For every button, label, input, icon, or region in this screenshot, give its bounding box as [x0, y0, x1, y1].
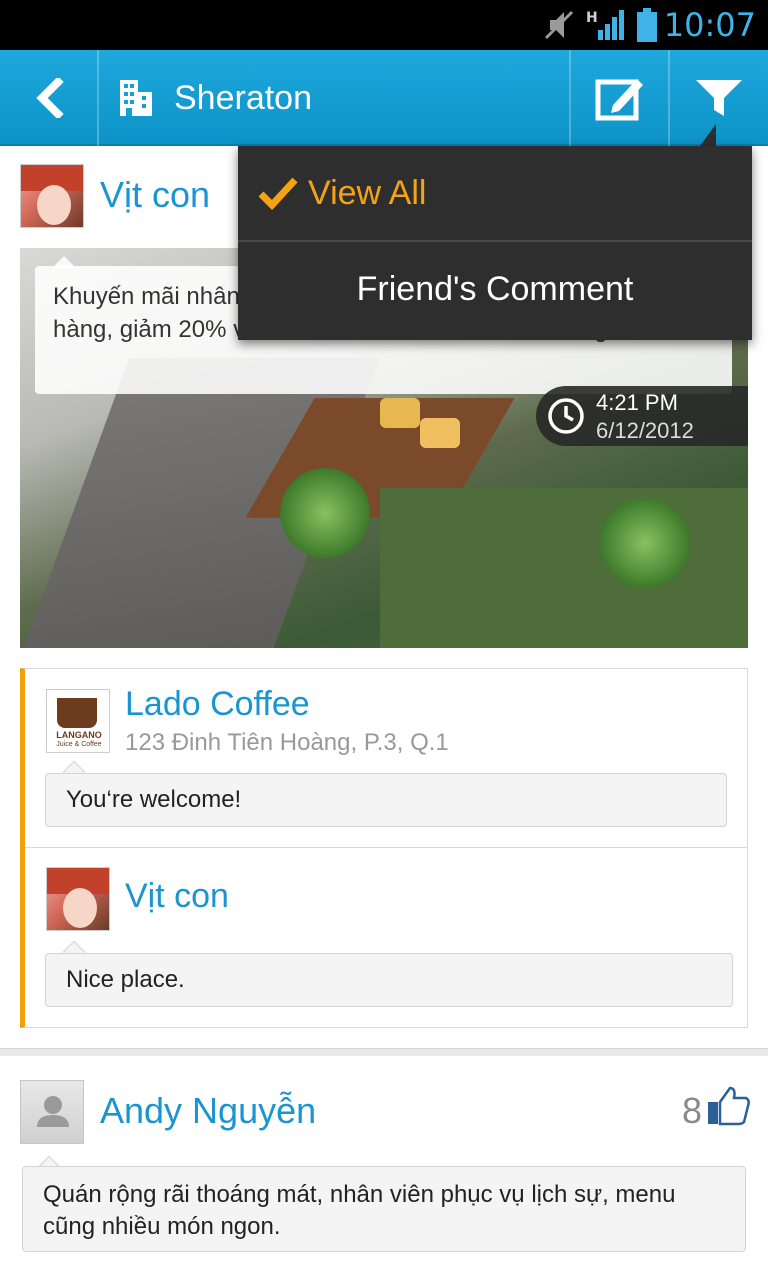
filter-button[interactable]	[670, 50, 768, 146]
building-icon	[120, 80, 152, 116]
photo-pillow	[380, 398, 420, 428]
comment-bubble: You‘re welcome!	[45, 773, 727, 827]
like-count: 8	[682, 1090, 703, 1131]
clock-icon	[548, 398, 584, 434]
business-logo[interactable]: LANGANO Juice & Coffee	[46, 689, 110, 753]
time-badge: 4:21 PM 6/12/2012	[536, 386, 748, 446]
avatar[interactable]	[20, 164, 84, 228]
dropdown-pointer	[700, 124, 716, 146]
thumbs-up-icon[interactable]	[706, 1086, 750, 1126]
post-author[interactable]: Vịt con	[100, 174, 210, 216]
compose-button[interactable]	[572, 50, 668, 146]
filter-menu: View All Friend's Comment	[238, 146, 752, 340]
post-author[interactable]: Andy Nguyễn	[100, 1090, 316, 1132]
photo-plant	[280, 468, 370, 558]
comment-bubble: Nice place.	[45, 953, 733, 1007]
checkmark-icon	[258, 177, 298, 210]
cup-icon	[57, 698, 97, 728]
avatar-face	[37, 185, 71, 225]
section-divider	[0, 1048, 768, 1056]
logo-text: LANGANO	[56, 730, 102, 740]
network-type: H	[586, 10, 598, 26]
action-bar: Sheraton	[0, 50, 768, 146]
user-icon	[37, 1096, 69, 1127]
menu-item-friends-comment[interactable]: Friend's Comment	[238, 242, 752, 336]
photo-pool	[380, 488, 748, 648]
battery-icon	[637, 8, 657, 42]
menu-item-label: Friend's Comment	[356, 269, 634, 308]
post-date: 6/12/2012	[596, 418, 694, 443]
signal-icon: H	[586, 10, 624, 40]
filter-icon	[696, 80, 742, 116]
post-time: 4:21 PM	[596, 390, 678, 415]
comment-address: 123 Đinh Tiên Hoàng, P.3, Q.1	[125, 729, 449, 756]
status-icons: H	[544, 8, 658, 42]
post-text: Quán rộng rãi thoáng mát, nhân viên phục…	[22, 1166, 746, 1252]
status-bar: H 10:07	[0, 0, 768, 50]
avatar-placeholder[interactable]	[20, 1080, 84, 1144]
menu-item-view-all[interactable]: View All	[238, 146, 752, 240]
menu-item-label: View All	[308, 173, 427, 212]
divider	[97, 50, 99, 146]
edit-icon	[595, 79, 643, 121]
photo-plant	[600, 498, 690, 588]
logo-subtext: Juice & Coffee	[56, 741, 102, 748]
avatar[interactable]	[46, 867, 110, 931]
comments-panel: LANGANO Juice & Coffee Lado Coffee 123 Đ…	[20, 668, 748, 1028]
divider	[569, 50, 571, 146]
comment-author[interactable]: Vịt con	[125, 877, 229, 916]
photo-pillow	[420, 418, 460, 448]
avatar-face	[63, 888, 97, 928]
status-clock: 10:07	[663, 6, 756, 44]
page-title: Sheraton	[174, 78, 312, 117]
comment-divider	[25, 847, 748, 848]
back-button[interactable]	[0, 50, 98, 146]
comment-author[interactable]: Lado Coffee	[125, 685, 310, 724]
title-area: Sheraton	[118, 50, 312, 146]
mute-icon	[544, 10, 574, 40]
chevron-left-icon	[36, 78, 64, 118]
